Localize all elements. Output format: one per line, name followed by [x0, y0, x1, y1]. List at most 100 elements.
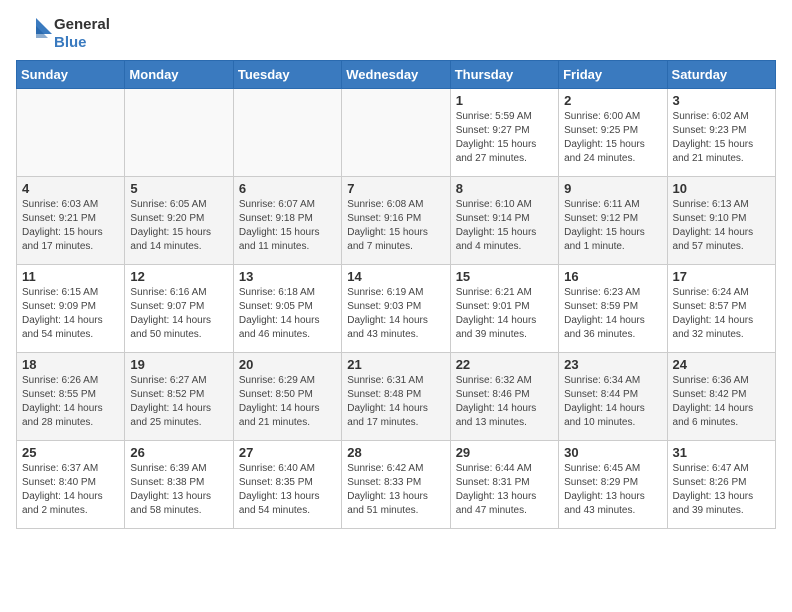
day-info: Sunrise: 6:45 AM Sunset: 8:29 PM Dayligh…: [564, 462, 661, 518]
calendar-cell: 13 Sunrise: 6:18 AM Sunset: 9:05 PM Dayli…: [233, 265, 341, 353]
calendar-cell: [17, 89, 125, 177]
day-number: 29: [456, 445, 553, 460]
day-info: Sunrise: 6:29 AM Sunset: 8:50 PM Dayligh…: [239, 374, 336, 430]
day-info: Sunrise: 6:18 AM Sunset: 9:05 PM Dayligh…: [239, 286, 336, 342]
day-number: 11: [22, 269, 119, 284]
day-number: 30: [564, 445, 661, 460]
calendar-cell: 30 Sunrise: 6:45 AM Sunset: 8:29 PM Dayli…: [559, 441, 667, 529]
day-info: Sunrise: 6:39 AM Sunset: 8:38 PM Dayligh…: [130, 462, 227, 518]
day-number: 28: [347, 445, 444, 460]
calendar-cell: 4 Sunrise: 6:03 AM Sunset: 9:21 PM Daylig…: [17, 177, 125, 265]
calendar-cell: 15 Sunrise: 6:21 AM Sunset: 9:01 PM Dayli…: [450, 265, 558, 353]
calendar-cell: 20 Sunrise: 6:29 AM Sunset: 8:50 PM Dayli…: [233, 353, 341, 441]
header-cell-monday: Monday: [125, 61, 233, 89]
day-number: 4: [22, 181, 119, 196]
calendar-cell: 5Sunrise: 6:05 AM Sunset: 9:20 PM Daylig…: [125, 177, 233, 265]
calendar-cell: 16Sunrise: 6:23 AM Sunset: 8:59 PM Dayli…: [559, 265, 667, 353]
calendar-cell: 19Sunrise: 6:27 AM Sunset: 8:52 PM Dayli…: [125, 353, 233, 441]
day-number: 26: [130, 445, 227, 460]
day-number: 24: [673, 357, 770, 372]
header-cell-wednesday: Wednesday: [342, 61, 450, 89]
day-info: Sunrise: 6:42 AM Sunset: 8:33 PM Dayligh…: [347, 462, 444, 518]
calendar-cell: 28 Sunrise: 6:42 AM Sunset: 8:33 PM Dayli…: [342, 441, 450, 529]
day-info: Sunrise: 6:27 AM Sunset: 8:52 PM Dayligh…: [130, 374, 227, 430]
day-number: 7: [347, 181, 444, 196]
day-number: 31: [673, 445, 770, 460]
calendar-week-1: 1Sunrise: 5:59 AM Sunset: 9:27 PM Daylig…: [17, 89, 776, 177]
calendar-cell: 3 Sunrise: 6:02 AM Sunset: 9:23 PM Daylig…: [667, 89, 775, 177]
day-number: 12: [130, 269, 227, 284]
day-number: 14: [347, 269, 444, 284]
calendar-cell: 14 Sunrise: 6:19 AM Sunset: 9:03 PM Dayli…: [342, 265, 450, 353]
calendar-cell: [342, 89, 450, 177]
calendar-cell: 12 Sunrise: 6:16 AM Sunset: 9:07 PM Dayli…: [125, 265, 233, 353]
calendar-cell: 22 Sunrise: 6:32 AM Sunset: 8:46 PM Dayli…: [450, 353, 558, 441]
day-number: 21: [347, 357, 444, 372]
calendar-cell: 8 Sunrise: 6:10 AM Sunset: 9:14 PM Daylig…: [450, 177, 558, 265]
day-number: 20: [239, 357, 336, 372]
day-info: Sunrise: 6:36 AM Sunset: 8:42 PM Dayligh…: [673, 374, 770, 430]
day-info: Sunrise: 6:32 AM Sunset: 8:46 PM Dayligh…: [456, 374, 553, 430]
calendar-cell: 18 Sunrise: 6:26 AM Sunset: 8:55 PM Dayli…: [17, 353, 125, 441]
calendar-cell: 9 Sunrise: 6:11 AM Sunset: 9:12 PM Daylig…: [559, 177, 667, 265]
day-number: 9: [564, 181, 661, 196]
calendar-cell: 10 Sunrise: 6:13 AM Sunset: 9:10 PM Dayli…: [667, 177, 775, 265]
day-info: Sunrise: 6:10 AM Sunset: 9:14 PM Dayligh…: [456, 198, 553, 254]
calendar-cell: 2 Sunrise: 6:00 AM Sunset: 9:25 PM Daylig…: [559, 89, 667, 177]
calendar-cell: 6 Sunrise: 6:07 AM Sunset: 9:18 PM Daylig…: [233, 177, 341, 265]
day-number: 6: [239, 181, 336, 196]
calendar-cell: 23Sunrise: 6:34 AM Sunset: 8:44 PM Dayli…: [559, 353, 667, 441]
day-number: 15: [456, 269, 553, 284]
calendar-cell: 26 Sunrise: 6:39 AM Sunset: 8:38 PM Dayli…: [125, 441, 233, 529]
day-info: Sunrise: 6:15 AM Sunset: 9:09 PM Dayligh…: [22, 286, 119, 342]
day-info: Sunrise: 6:47 AM Sunset: 8:26 PM Dayligh…: [673, 462, 770, 518]
calendar-cell: 21 Sunrise: 6:31 AM Sunset: 8:48 PM Dayli…: [342, 353, 450, 441]
calendar-week-3: 11 Sunrise: 6:15 AM Sunset: 9:09 PM Dayli…: [17, 265, 776, 353]
day-info: Sunrise: 6:00 AM Sunset: 9:25 PM Dayligh…: [564, 110, 661, 166]
header-cell-tuesday: Tuesday: [233, 61, 341, 89]
calendar-cell: [233, 89, 341, 177]
day-info: Sunrise: 6:37 AM Sunset: 8:40 PM Dayligh…: [22, 462, 119, 518]
day-info: Sunrise: 6:26 AM Sunset: 8:55 PM Dayligh…: [22, 374, 119, 430]
day-info: Sunrise: 6:16 AM Sunset: 9:07 PM Dayligh…: [130, 286, 227, 342]
calendar-table: SundayMondayTuesdayWednesdayThursdayFrid…: [16, 60, 776, 529]
calendar-cell: 7Sunrise: 6:08 AM Sunset: 9:16 PM Daylig…: [342, 177, 450, 265]
day-info: Sunrise: 6:31 AM Sunset: 8:48 PM Dayligh…: [347, 374, 444, 430]
logo-text: General Blue: [54, 16, 110, 52]
day-info: Sunrise: 6:13 AM Sunset: 9:10 PM Dayligh…: [673, 198, 770, 254]
day-info: Sunrise: 6:21 AM Sunset: 9:01 PM Dayligh…: [456, 286, 553, 342]
day-number: 3: [673, 93, 770, 108]
day-number: 22: [456, 357, 553, 372]
calendar-cell: [125, 89, 233, 177]
day-number: 23: [564, 357, 661, 372]
header-cell-saturday: Saturday: [667, 61, 775, 89]
calendar-cell: 17Sunrise: 6:24 AM Sunset: 8:57 PM Dayli…: [667, 265, 775, 353]
day-number: 13: [239, 269, 336, 284]
day-number: 2: [564, 93, 661, 108]
calendar-week-2: 4 Sunrise: 6:03 AM Sunset: 9:21 PM Daylig…: [17, 177, 776, 265]
logo-graphic: [16, 16, 52, 52]
day-info: Sunrise: 6:03 AM Sunset: 9:21 PM Dayligh…: [22, 198, 119, 254]
day-number: 10: [673, 181, 770, 196]
day-info: Sunrise: 6:07 AM Sunset: 9:18 PM Dayligh…: [239, 198, 336, 254]
calendar-cell: 24 Sunrise: 6:36 AM Sunset: 8:42 PM Dayli…: [667, 353, 775, 441]
calendar-cell: 11 Sunrise: 6:15 AM Sunset: 9:09 PM Dayli…: [17, 265, 125, 353]
header-cell-friday: Friday: [559, 61, 667, 89]
day-info: Sunrise: 6:02 AM Sunset: 9:23 PM Dayligh…: [673, 110, 770, 166]
day-number: 25: [22, 445, 119, 460]
header-cell-sunday: Sunday: [17, 61, 125, 89]
header-cell-thursday: Thursday: [450, 61, 558, 89]
day-number: 1: [456, 93, 553, 108]
calendar-cell: 31 Sunrise: 6:47 AM Sunset: 8:26 PM Dayli…: [667, 441, 775, 529]
calendar-cell: 27Sunrise: 6:40 AM Sunset: 8:35 PM Dayli…: [233, 441, 341, 529]
logo: General Blue: [16, 16, 110, 52]
calendar-week-4: 18 Sunrise: 6:26 AM Sunset: 8:55 PM Dayli…: [17, 353, 776, 441]
calendar-cell: 25 Sunrise: 6:37 AM Sunset: 8:40 PM Dayli…: [17, 441, 125, 529]
day-info: Sunrise: 6:11 AM Sunset: 9:12 PM Dayligh…: [564, 198, 661, 254]
logo-container: General Blue: [16, 16, 110, 52]
day-info: Sunrise: 6:19 AM Sunset: 9:03 PM Dayligh…: [347, 286, 444, 342]
day-number: 18: [22, 357, 119, 372]
day-info: Sunrise: 6:40 AM Sunset: 8:35 PM Dayligh…: [239, 462, 336, 518]
day-info: Sunrise: 6:24 AM Sunset: 8:57 PM Dayligh…: [673, 286, 770, 342]
day-number: 8: [456, 181, 553, 196]
